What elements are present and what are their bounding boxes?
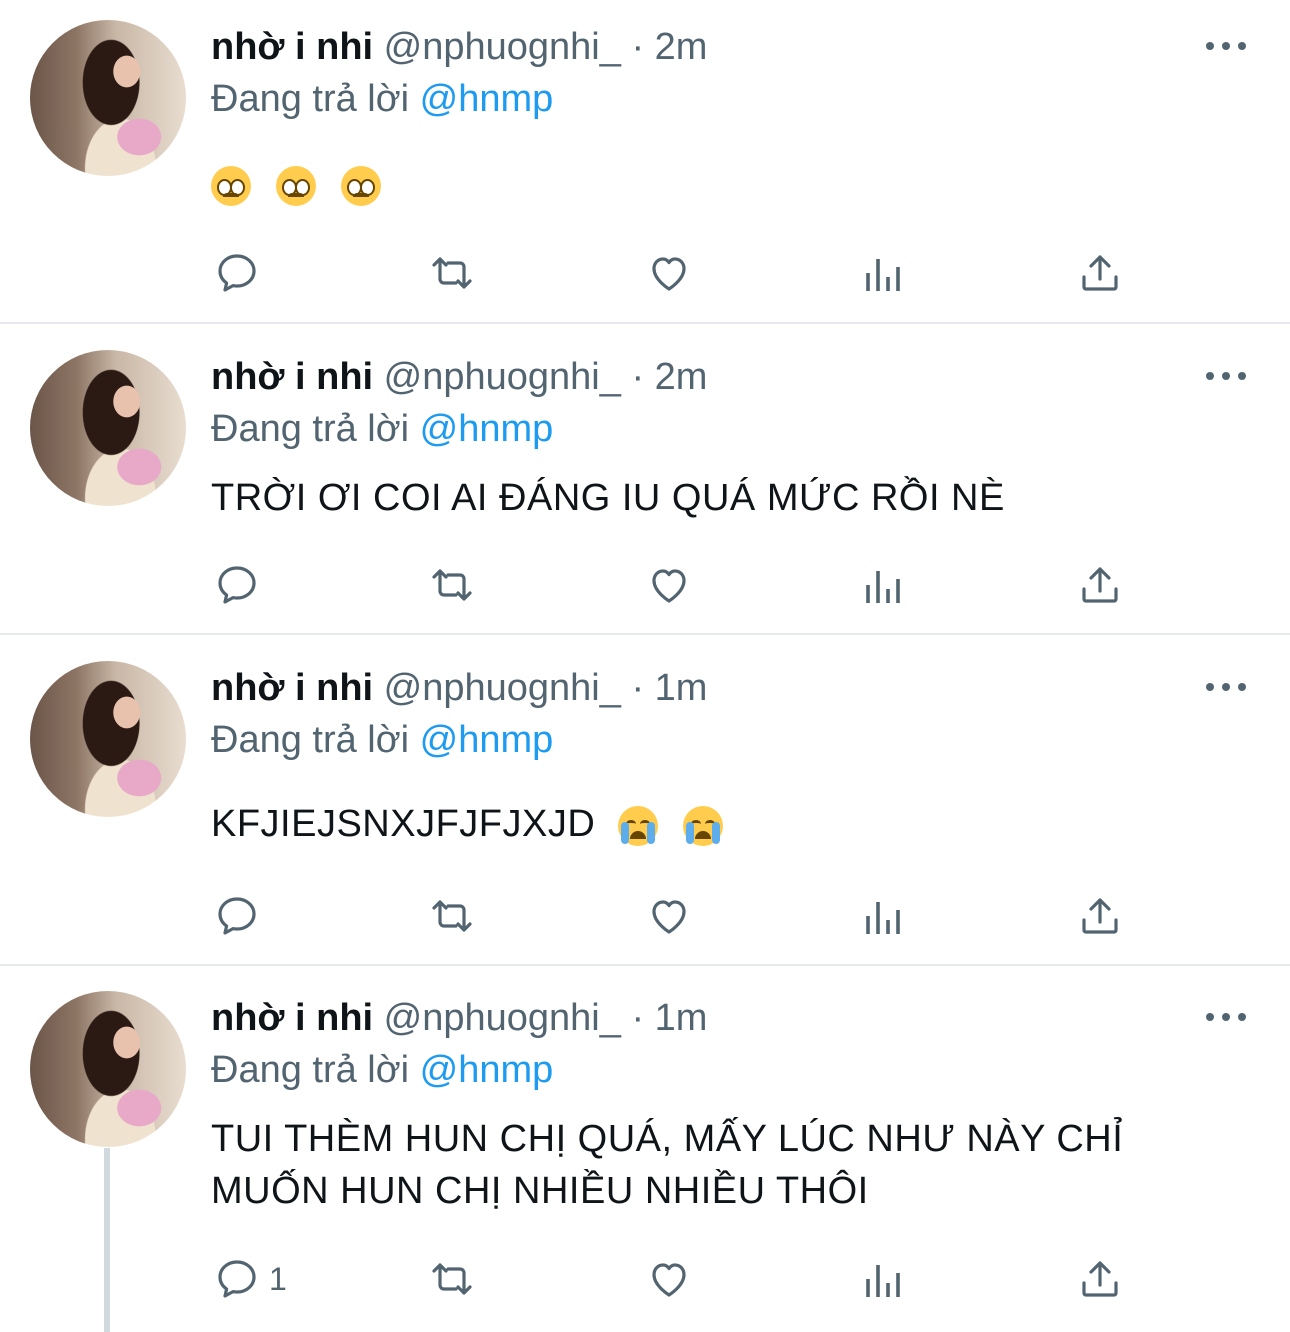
timestamp[interactable]: 1m [655,667,708,709]
share-icon [1082,1261,1118,1297]
action-bar [0,891,1290,941]
tweet-header: nhờ i nhi @nphuognhi_ · 1m [211,666,707,710]
timestamp[interactable]: 1m [655,997,708,1039]
pleading-face-emoji [341,165,382,206]
share-button[interactable] [1076,1254,1124,1304]
replying-to: Đang trả lời @hnmp [211,718,553,762]
share-button[interactable] [1076,248,1124,298]
tweet-text-content: KFJIEJSNXJFJFJXJD [211,803,596,845]
action-bar [0,560,1290,610]
separator-dot: · [631,356,645,398]
share-icon [1082,567,1118,603]
heart-icon [652,1263,686,1297]
heart-icon [652,569,686,603]
avatar[interactable] [30,350,186,506]
tweet-header: nhờ i nhi @nphuognhi_ · 2m [211,25,707,69]
replying-to-label: Đang trả lời [211,78,410,120]
separator-dot: · [631,26,645,68]
replying-to-label: Đang trả lời [211,408,410,450]
more-icon[interactable] [1206,1010,1248,1024]
reply-button[interactable]: 1 [213,1254,287,1304]
share-button[interactable] [1076,891,1124,941]
user-handle[interactable]: @nphuognhi_ [384,356,621,398]
pleading-face-emoji [276,165,317,206]
reply-icon [218,566,256,604]
loudly-crying-face-emoji [683,805,724,846]
share-button[interactable] [1076,560,1124,610]
share-icon [1082,255,1118,291]
reply-icon [218,897,256,935]
analytics-icon [866,1265,900,1297]
tweet-text: TRỜI ƠI COI AI ĐÁNG IU QUÁ MỨC RỒI NÈ [211,477,1005,519]
retweet-button[interactable] [428,891,476,941]
replying-to: Đang trả lời @hnmp [211,407,553,451]
more-icon[interactable] [1206,369,1248,383]
divider [0,964,1290,966]
separator-dot: · [631,667,645,709]
divider [0,322,1290,324]
timestamp[interactable]: 2m [655,356,708,398]
replying-to: Đang trả lời @hnmp [211,77,553,121]
more-icon[interactable] [1206,680,1248,694]
retweet-button[interactable] [428,1254,476,1304]
tweet-header: nhờ i nhi @nphuognhi_ · 2m [211,355,707,399]
replying-to-label: Đang trả lời [211,719,410,761]
heart-icon [652,900,686,934]
retweet-button[interactable] [428,248,476,298]
like-button[interactable] [645,248,693,298]
action-bar: 1 [0,1254,1290,1304]
separator-dot: · [631,997,645,1039]
analytics-button[interactable] [860,1254,908,1304]
user-handle[interactable]: @nphuognhi_ [384,667,621,709]
retweet-icon [432,1263,472,1295]
share-icon [1082,898,1118,934]
thread-connector [104,1148,110,1332]
mention-link[interactable]: @hnmp [420,719,554,761]
user-handle[interactable]: @nphuognhi_ [384,997,621,1039]
retweet-button[interactable] [428,560,476,610]
display-name[interactable]: nhờ i nhi [211,26,373,68]
like-button[interactable] [645,891,693,941]
like-button[interactable] [645,560,693,610]
analytics-icon [866,259,900,291]
avatar[interactable] [30,661,186,817]
tweet-text: KFJIEJSNXJFJFJXJD [211,798,1231,850]
like-button[interactable] [645,1254,693,1304]
replying-to: Đang trả lời @hnmp [211,1048,553,1092]
loudly-crying-face-emoji [618,805,659,846]
analytics-button[interactable] [860,891,908,941]
retweet-icon [432,257,472,289]
timestamp[interactable]: 2m [655,26,708,68]
more-icon[interactable] [1206,39,1248,53]
tweet-text: TUI THÈM HUN CHỊ QUÁ, MẤY LÚC NHƯ NÀY CH… [211,1118,1124,1212]
analytics-icon [866,902,900,934]
avatar[interactable] [30,20,186,176]
divider [0,633,1290,635]
mention-link[interactable]: @hnmp [420,78,554,120]
user-handle[interactable]: @nphuognhi_ [384,26,621,68]
tweet-text [211,158,1231,210]
action-bar [0,248,1290,298]
tweet-header: nhờ i nhi @nphuognhi_ · 1m [211,996,707,1040]
analytics-icon [866,571,900,603]
display-name[interactable]: nhờ i nhi [211,356,373,398]
avatar[interactable] [30,991,186,1147]
heart-icon [652,257,686,291]
analytics-button[interactable] [860,248,908,298]
display-name[interactable]: nhờ i nhi [211,667,373,709]
retweet-icon [432,569,472,601]
analytics-button[interactable] [860,560,908,610]
mention-link[interactable]: @hnmp [420,1049,554,1091]
mention-link[interactable]: @hnmp [420,408,554,450]
reply-button[interactable] [213,248,261,298]
reply-icon [218,1260,256,1298]
reply-button[interactable] [213,891,261,941]
reply-button[interactable] [213,560,261,610]
replying-to-label: Đang trả lời [211,1049,410,1091]
reply-count: 1 [269,1260,287,1297]
display-name[interactable]: nhờ i nhi [211,997,373,1039]
retweet-icon [432,900,472,932]
pleading-face-emoji [211,165,251,206]
reply-icon [218,254,256,292]
